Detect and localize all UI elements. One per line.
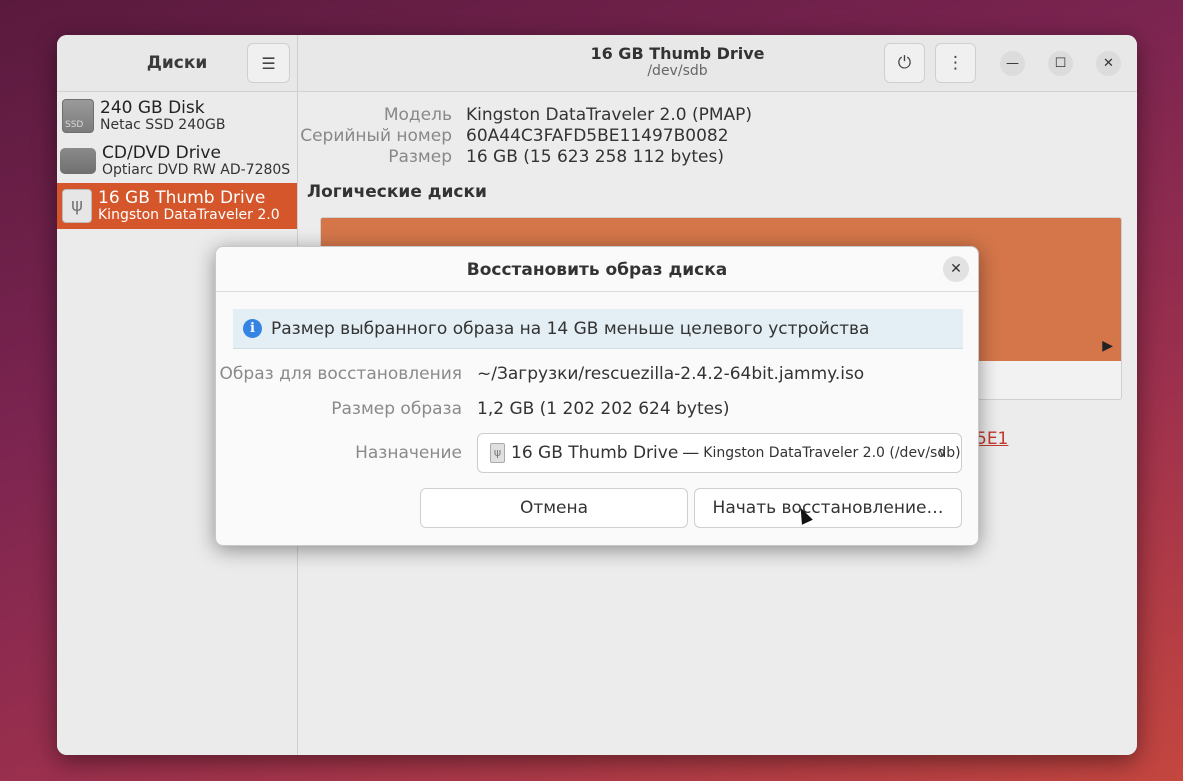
disk-item-240gb[interactable]: 240 GB Disk Netac SSD 240GB — [57, 93, 297, 139]
image-label: Образ для восстановления — [219, 364, 462, 384]
close-icon: ✕ — [950, 261, 962, 277]
restore-image-dialog: Восстановить образ диска ✕ i Размер выбр… — [215, 246, 979, 546]
power-off-button[interactable]: ⏻ — [884, 43, 925, 83]
cancel-button[interactable]: Отмена — [420, 488, 688, 528]
disk-name: 240 GB Disk — [100, 97, 205, 118]
chevron-down-icon: ∨ — [937, 445, 947, 460]
divider — [216, 291, 978, 292]
model-label: Модель — [383, 105, 452, 125]
minimize-icon: — — [1006, 56, 1019, 71]
info-text: Размер выбранного образа на 14 GB меньше… — [271, 318, 870, 339]
size-label: Размер — [388, 147, 452, 167]
model-value: Kingston DataTraveler 2.0 (PMAP) — [466, 105, 753, 125]
disk-item-dvd[interactable]: CD/DVD Drive Optiarc DVD RW AD-7280S — [57, 138, 297, 184]
disk-name: 16 GB Thumb Drive — [98, 187, 266, 208]
info-bar: i Размер выбранного образа на 14 GB мень… — [233, 309, 963, 349]
destination-detail: Kingston DataTraveler 2.0 (/dev/sdb) — [703, 445, 961, 461]
ssd-icon — [62, 99, 94, 133]
kebab-menu-icon: ⋮ — [947, 53, 964, 73]
power-icon: ⏻ — [897, 53, 912, 73]
destination-select[interactable]: ψ 16 GB Thumb Drive — Kingston DataTrave… — [477, 433, 962, 473]
close-button[interactable]: ✕ — [1096, 51, 1121, 76]
disk-item-thumb-drive[interactable]: ψ 16 GB Thumb Drive Kingston DataTravele… — [57, 183, 297, 229]
volume-link[interactable]: 5E1 — [976, 429, 1008, 449]
destination-name: 16 GB Thumb Drive — [511, 443, 679, 463]
disk-name: CD/DVD Drive — [102, 142, 221, 163]
disk-model: Netac SSD 240GB — [100, 116, 226, 133]
main-menu-button[interactable]: ☰ — [247, 43, 290, 83]
disk-model: Optiarc DVD RW AD-7280S — [102, 161, 291, 178]
image-value: ~/Загрузки/rescuezilla-2.4.2-64bit.jammy… — [477, 364, 865, 384]
serial-label: Серийный номер — [300, 126, 452, 146]
info-icon: i — [243, 319, 262, 338]
destination-separator: — — [682, 443, 700, 463]
sidebar-header: Диски ☰ — [57, 35, 297, 92]
optical-drive-icon — [60, 148, 96, 174]
usb-drive-icon: ψ — [490, 443, 505, 463]
play-icon: ▶ — [1102, 338, 1113, 354]
maximize-icon: ☐ — [1054, 56, 1067, 71]
destination-label: Назначение — [355, 443, 462, 463]
hamburger-icon: ☰ — [261, 53, 276, 73]
dialog-close-button[interactable]: ✕ — [943, 256, 969, 282]
maximize-button[interactable]: ☐ — [1048, 51, 1073, 76]
drive-menu-button[interactable]: ⋮ — [935, 43, 976, 83]
dialog-title: Восстановить образ диска — [466, 260, 728, 280]
size-value: 16 GB (15 623 258 112 bytes) — [466, 147, 724, 167]
start-restore-button[interactable]: Начать восстановление… — [694, 488, 962, 528]
usb-drive-icon: ψ — [62, 189, 92, 223]
disk-model: Kingston DataTraveler 2.0 — [98, 206, 280, 223]
image-size-label: Размер образа — [331, 399, 462, 419]
minimize-button[interactable]: — — [1000, 51, 1025, 76]
main-header: 16 GB Thumb Drive /dev/sdb ⏻ ⋮ — ☐ ✕ — [298, 35, 1137, 92]
image-size-value: 1,2 GB (1 202 202 624 bytes) — [477, 399, 730, 419]
close-icon: ✕ — [1103, 56, 1114, 71]
serial-value: 60A44C3FAFD5BE11497B0082 — [466, 126, 729, 146]
volumes-section-title: Логические диски — [307, 182, 487, 202]
